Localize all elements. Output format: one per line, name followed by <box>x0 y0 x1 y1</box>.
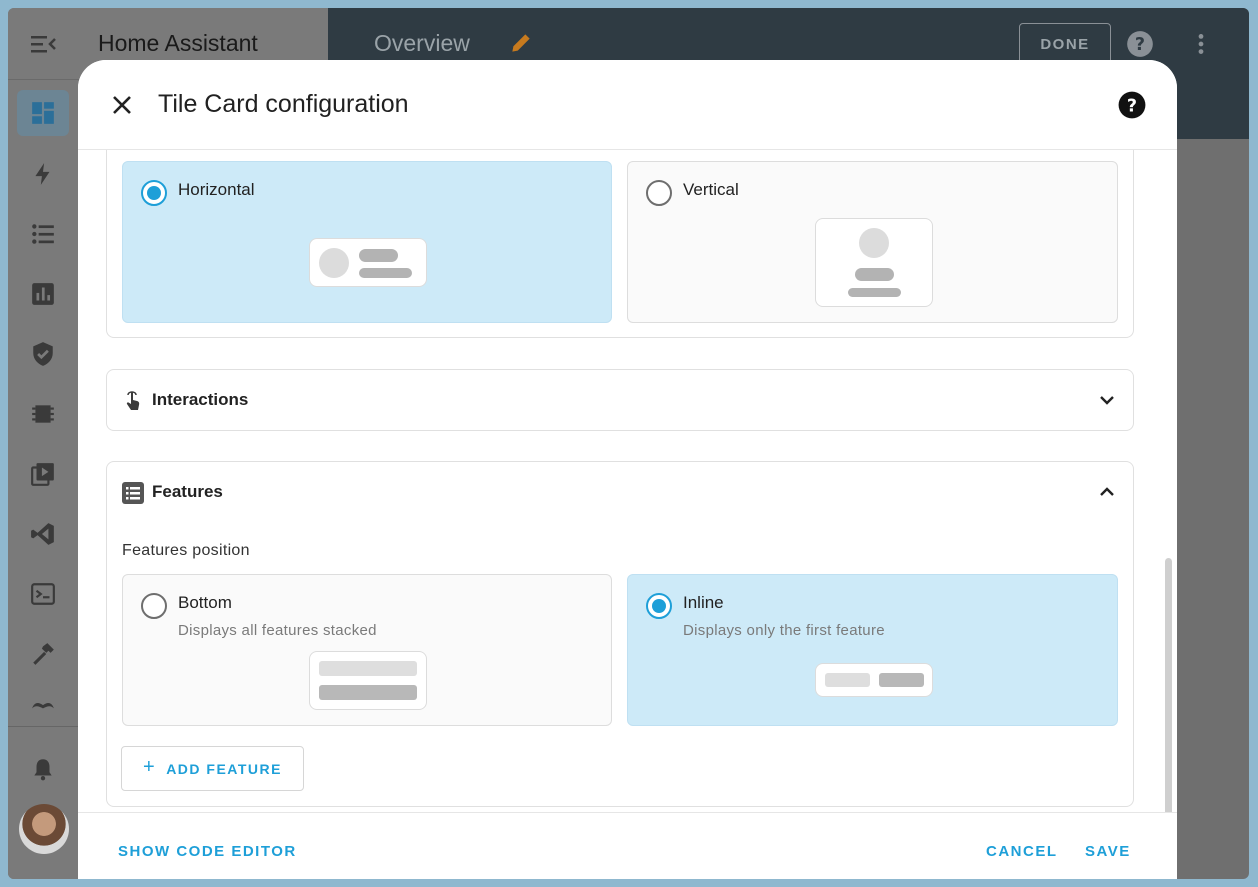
sidebar-item-vscode[interactable] <box>17 511 69 557</box>
play-box-multiple-icon <box>31 463 54 486</box>
horizontal-preview <box>309 238 427 287</box>
preview-bar <box>879 673 924 687</box>
option-label: Bottom <box>178 593 232 612</box>
shield-check-icon <box>33 342 53 366</box>
show-code-editor-button[interactable]: SHOW CODE EDITOR <box>118 843 297 860</box>
features-title: Features <box>152 482 223 501</box>
radio-horizontal[interactable] <box>141 180 167 206</box>
option-label: Horizontal <box>178 180 255 199</box>
features-position-label: Features position <box>122 542 250 559</box>
mustache-icon <box>32 702 54 709</box>
sidebar-item-developer-tools[interactable] <box>17 631 69 677</box>
option-description: Displays all features stacked <box>178 622 377 639</box>
avatar[interactable] <box>19 804 69 854</box>
vertical-preview <box>815 218 933 307</box>
sidebar-item-mustache[interactable] <box>17 684 69 724</box>
radio-inline[interactable] <box>646 593 672 619</box>
layout-option-horizontal[interactable]: Horizontal <box>122 161 612 323</box>
menu-open-icon[interactable] <box>30 32 56 56</box>
option-label: Vertical <box>683 180 739 199</box>
chevron-down-icon[interactable] <box>1097 390 1117 410</box>
interactions-panel[interactable]: Interactions <box>106 369 1134 431</box>
add-feature-button[interactable]: + ADD FEATURE <box>121 746 304 791</box>
preview-bar <box>359 268 412 278</box>
gesture-tap-icon <box>126 391 140 410</box>
console-icon <box>31 583 55 605</box>
features-header[interactable]: Features <box>107 462 1133 522</box>
hammer-icon <box>33 643 54 665</box>
close-icon[interactable] <box>110 93 134 117</box>
chevron-up-icon[interactable] <box>1097 482 1117 502</box>
interactions-title: Interactions <box>152 390 249 409</box>
preview-bar <box>848 288 901 297</box>
preview-bar <box>855 268 894 281</box>
sidebar-title: Home Assistant <box>98 30 258 56</box>
lightning-icon <box>35 163 50 185</box>
svg-text:?: ? <box>1135 35 1145 55</box>
layout-panel: Horizontal Vertical <box>106 150 1134 338</box>
dialog-footer: SHOW CODE EDITOR CANCEL SAVE <box>78 812 1177 879</box>
features-option-inline[interactable]: Inline Displays only the first feature <box>627 574 1118 726</box>
done-button[interactable]: DONE <box>1019 23 1111 65</box>
sidebar-item-media[interactable] <box>17 451 69 497</box>
help-circle-icon[interactable]: ? <box>1118 91 1146 119</box>
sidebar-item-terminal[interactable] <box>17 571 69 617</box>
pencil-icon[interactable] <box>508 30 534 56</box>
sidebar-item-security[interactable] <box>17 331 69 377</box>
features-option-bottom[interactable]: Bottom Displays all features stacked <box>122 574 612 726</box>
sidebar-item-history[interactable] <box>17 271 69 317</box>
sidebar-item-energy[interactable] <box>17 151 69 197</box>
list-icon <box>32 224 54 244</box>
preview-circle <box>319 248 349 278</box>
sidebar-divider <box>8 726 78 727</box>
sidebar-item-hardware[interactable] <box>17 391 69 437</box>
plus-icon: + <box>143 756 157 778</box>
preview-circle <box>859 228 889 258</box>
help-circle-icon[interactable]: ? <box>1126 30 1154 58</box>
radio-bottom[interactable] <box>141 593 167 619</box>
dialog-header: Tile Card configuration ? <box>78 60 1177 150</box>
svg-text:?: ? <box>1127 96 1137 116</box>
sidebar-item-overview[interactable] <box>17 90 69 136</box>
radio-vertical[interactable] <box>646 180 672 206</box>
save-button[interactable]: SAVE <box>1085 843 1131 860</box>
sidebar-item-logbook[interactable] <box>17 211 69 257</box>
option-label: Inline <box>683 593 724 612</box>
add-feature-label: ADD FEATURE <box>166 760 282 777</box>
preview-bar <box>319 661 417 676</box>
preview-bar <box>825 673 870 687</box>
page-title: Overview <box>374 30 470 56</box>
list-box-icon <box>122 482 144 504</box>
app-window: Home Assistant Overview DONE ? Tile Card… <box>8 8 1249 879</box>
bottom-preview <box>309 651 427 710</box>
sidebar-item-notifications[interactable] <box>17 746 69 792</box>
option-description: Displays only the first feature <box>683 622 885 639</box>
dialog-title: Tile Card configuration <box>158 90 409 118</box>
cancel-button[interactable]: CANCEL <box>986 843 1058 860</box>
chart-box-icon <box>32 283 54 305</box>
vscode-icon <box>31 523 54 545</box>
preview-bar <box>359 249 398 262</box>
chip-icon <box>32 405 54 423</box>
features-panel: Features Features position Bottom Displa… <box>106 461 1134 807</box>
scrollbar[interactable] <box>1165 558 1172 812</box>
dots-vertical-icon[interactable] <box>1188 30 1214 58</box>
inline-preview <box>815 663 933 697</box>
dialog-content: Horizontal Vertical Interactions Feature… <box>78 150 1177 812</box>
preview-bar <box>319 685 417 700</box>
tile-card-dialog: Tile Card configuration ? Horizontal Ver… <box>78 60 1177 879</box>
dashboard-icon <box>32 102 54 124</box>
bell-icon <box>34 759 52 781</box>
layout-option-vertical[interactable]: Vertical <box>627 161 1118 323</box>
